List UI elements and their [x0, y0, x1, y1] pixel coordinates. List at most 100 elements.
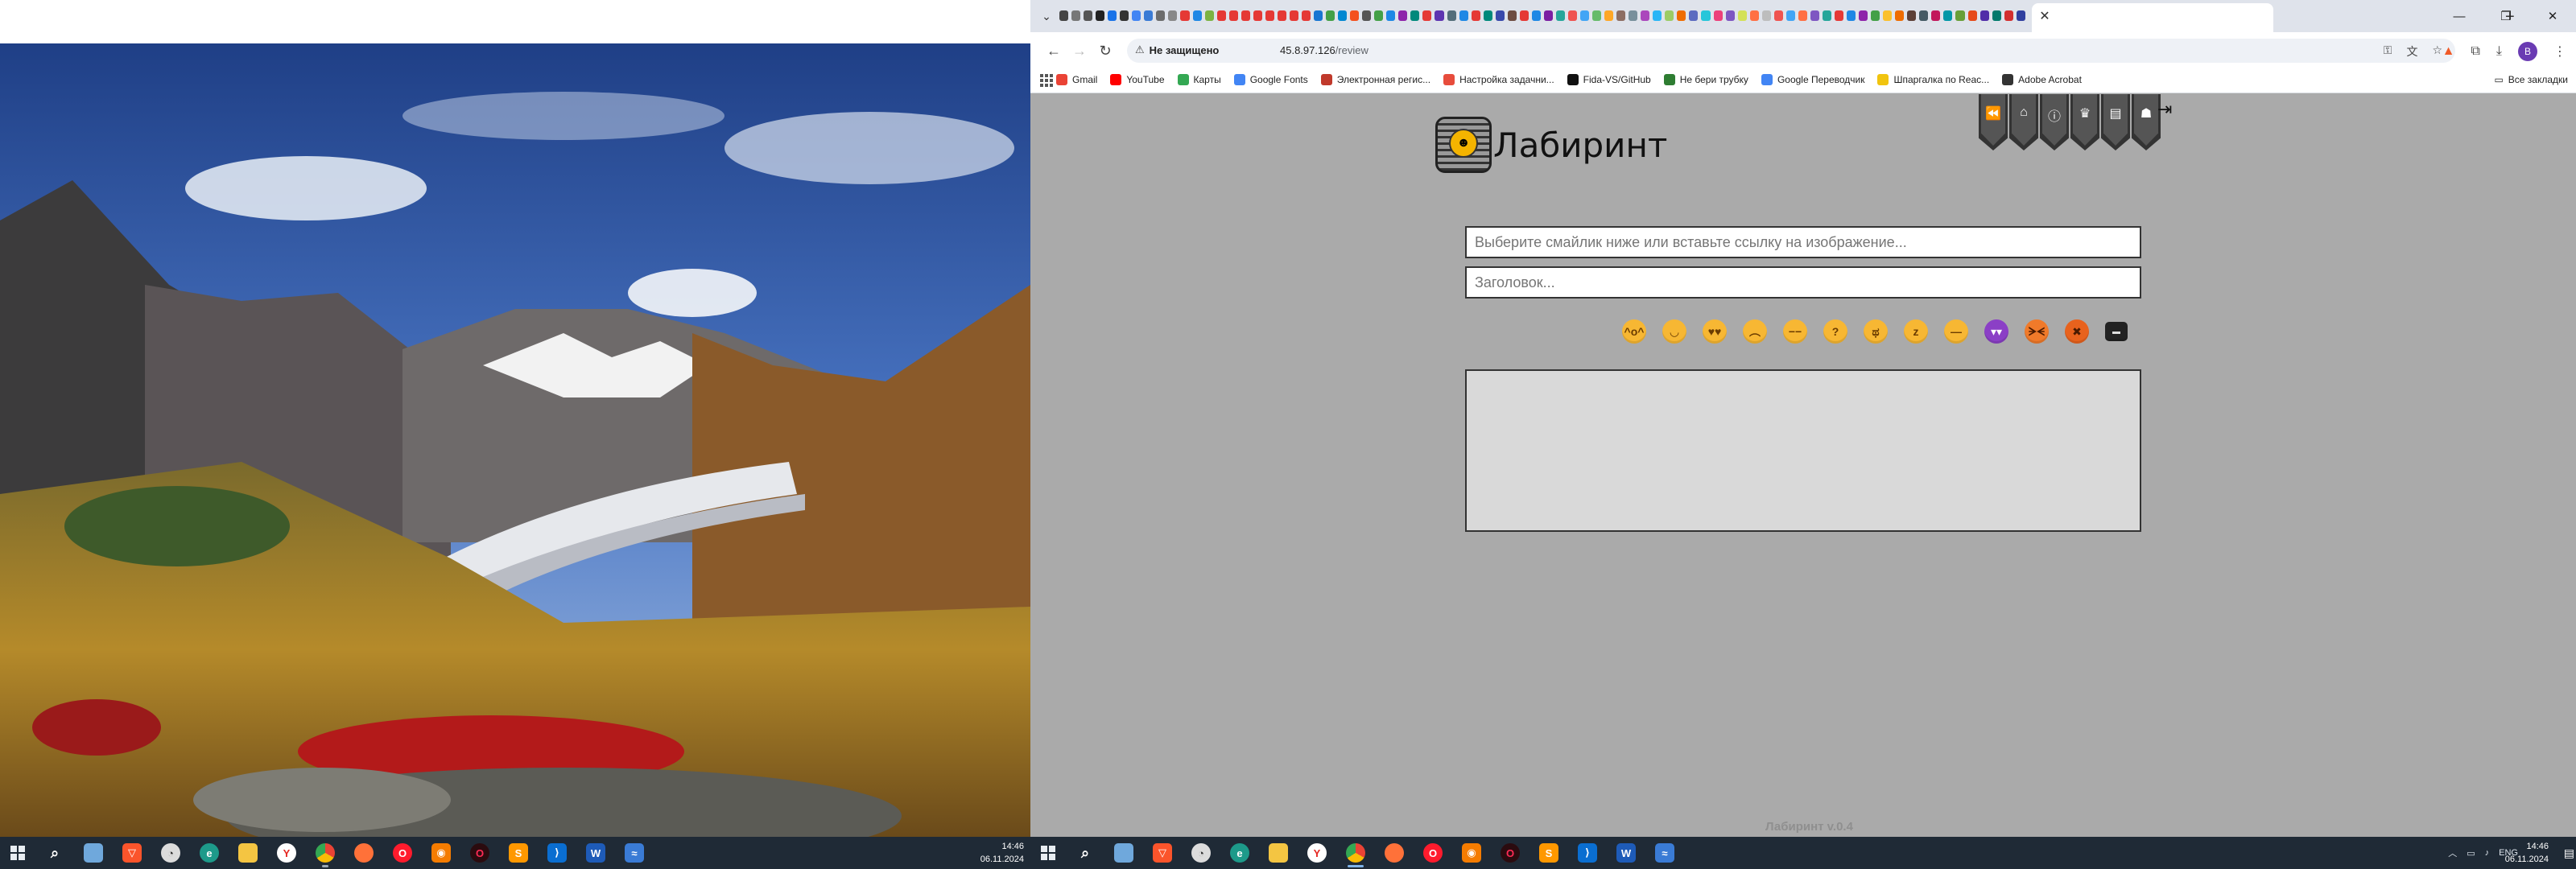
app-icon[interactable]: ◔ — [151, 837, 190, 869]
start-button[interactable] — [1030, 837, 1066, 869]
smile-emoji-icon[interactable]: ◡ — [1662, 319, 1686, 344]
pinned-tab-favicon-icon[interactable] — [1241, 10, 1250, 21]
pinned-tab-favicon-icon[interactable] — [1084, 10, 1093, 21]
pinned-tab-favicon-icon[interactable] — [1641, 10, 1650, 21]
tray-chevron-icon[interactable]: ︿ — [2448, 846, 2457, 859]
apps-grid-icon[interactable] — [1040, 74, 1053, 87]
pinned-tab-favicon-icon[interactable] — [1313, 10, 1323, 21]
pinned-tab-favicon-icon[interactable] — [1749, 10, 1759, 21]
site-logo[interactable]: ☻ Лабиринт — [1435, 117, 1667, 173]
pinned-tab-favicon-icon[interactable] — [1967, 10, 1977, 21]
sublime-icon[interactable]: S — [1530, 837, 1568, 869]
download-icon[interactable]: ⤓ — [2496, 44, 2502, 59]
chrome-icon[interactable] — [1336, 837, 1375, 869]
word-icon[interactable]: W — [576, 837, 615, 869]
bookmark-item[interactable]: Google Переводчик — [1761, 74, 1864, 85]
pinned-tab-favicon-icon[interactable] — [1447, 10, 1456, 21]
vscode-icon[interactable]: ⟩ — [538, 837, 576, 869]
app-blue-icon[interactable]: ≈ — [1645, 837, 1684, 869]
search-icon[interactable]: ⌕ — [35, 837, 74, 869]
close-window-button[interactable]: ✕ — [2529, 0, 2576, 32]
pinned-tab-favicon-icon[interactable] — [1943, 10, 1953, 21]
pinned-tab-favicon-icon[interactable] — [1847, 10, 1856, 21]
app-blue-icon[interactable]: ≈ — [615, 837, 654, 869]
pinned-tab-favicon-icon[interactable] — [1483, 10, 1492, 21]
pinned-tab-favicon-icon[interactable] — [1725, 10, 1735, 21]
app-icon[interactable]: ◔ — [1182, 837, 1220, 869]
crying-emoji-icon[interactable]: ಥ — [1864, 319, 1888, 344]
volume-icon[interactable]: ♪ — [2485, 848, 2490, 858]
bookmark-item[interactable]: Adobe Acrobat — [2002, 74, 2082, 85]
sad-emoji-icon[interactable]: ︵ — [1743, 319, 1767, 344]
pinned-tab-favicon-icon[interactable] — [1216, 10, 1226, 21]
pinned-tab-favicon-icon[interactable] — [1677, 10, 1686, 21]
pinned-tab-favicon-icon[interactable] — [1350, 10, 1360, 21]
pinned-tab-favicon-icon[interactable] — [1580, 10, 1590, 21]
security-indicator[interactable]: ⚠ Не защищено — [1135, 43, 1219, 56]
pinned-tab-favicon-icon[interactable] — [1773, 10, 1783, 21]
pinned-tab-favicon-icon[interactable] — [1883, 10, 1893, 21]
pinned-tab-favicon-icon[interactable] — [1895, 10, 1905, 21]
brave-icon[interactable]: ▽ — [113, 837, 151, 869]
pinned-tab-favicon-icon[interactable] — [1144, 10, 1154, 21]
pinned-tab-favicon-icon[interactable] — [1301, 10, 1311, 21]
bookmark-item[interactable]: Google Fonts — [1233, 74, 1308, 85]
pinned-tab-favicon-icon[interactable] — [1398, 10, 1408, 21]
unamused-emoji-icon[interactable]: −− — [1783, 319, 1807, 344]
logout-icon[interactable]: ⇥ — [2157, 99, 2172, 120]
pinned-tab-favicon-icon[interactable] — [1180, 10, 1190, 21]
angry-emoji-icon[interactable]: ᗒᗕ — [2025, 319, 2049, 344]
pinned-tab-favicon-icon[interactable] — [1798, 10, 1807, 21]
trophy-icon[interactable]: ♛ — [2070, 94, 2099, 150]
pinned-tab-favicon-icon[interactable] — [1192, 10, 1202, 21]
bookmark-item[interactable]: Настройка задачни... — [1443, 74, 1554, 85]
pinned-tab-favicon-icon[interactable] — [1665, 10, 1674, 21]
bookmark-item[interactable]: Электронная регис... — [1320, 74, 1430, 85]
reload-icon[interactable]: ↻ — [1095, 40, 1116, 61]
pinned-tab-favicon-icon[interactable] — [1422, 10, 1432, 21]
pinned-tab-favicon-icon[interactable] — [1955, 10, 1965, 21]
pinned-tab-favicon-icon[interactable] — [1761, 10, 1771, 21]
neutral-emoji-icon[interactable]: — — [1944, 319, 1968, 344]
pinned-tab-favicon-icon[interactable] — [1822, 10, 1831, 21]
forward-icon[interactable]: → — [1069, 40, 1090, 61]
bookmark-item[interactable]: Gmail — [1056, 74, 1097, 85]
bookmark-item[interactable]: Fida-VS/GitHub — [1567, 74, 1651, 85]
pinned-tab-favicon-icon[interactable] — [1689, 10, 1699, 21]
pinned-tab-favicon-icon[interactable] — [1059, 10, 1069, 21]
pinned-tab-favicon-icon[interactable] — [1555, 10, 1565, 21]
pinned-tab-favicon-icon[interactable] — [1737, 10, 1747, 21]
pinned-tab-favicon-icon[interactable] — [1156, 10, 1166, 21]
title-input[interactable] — [1465, 266, 2141, 299]
pinned-tab-favicon-icon[interactable] — [1168, 10, 1178, 21]
bookmark-item[interactable]: YouTube — [1110, 74, 1165, 85]
pinned-tab-favicon-icon[interactable] — [1435, 10, 1444, 21]
pinned-tab-favicon-icon[interactable] — [1871, 10, 1880, 21]
pinned-tab-favicon-icon[interactable] — [1979, 10, 1989, 21]
firefox-icon[interactable] — [1375, 837, 1414, 869]
file-explorer-icon[interactable] — [1259, 837, 1298, 869]
pinned-tab-favicon-icon[interactable] — [1386, 10, 1396, 21]
pinned-tab-favicon-icon[interactable] — [1277, 10, 1286, 21]
restore-button[interactable]: ❐ — [2483, 0, 2529, 32]
pinned-tab-favicon-icon[interactable] — [1519, 10, 1529, 21]
pinned-tab-favicon-icon[interactable] — [2004, 10, 2013, 21]
thinking-emoji-icon[interactable]: ? — [1823, 319, 1847, 344]
pinned-tab-favicon-icon[interactable] — [2016, 10, 2025, 21]
url-text[interactable]: 45.8.97.126/review — [1280, 44, 1368, 56]
opera-icon[interactable]: O — [383, 837, 422, 869]
party-emoji-icon[interactable]: ^o^ — [1622, 319, 1646, 344]
extension-flame-icon[interactable]: ▲ — [2442, 44, 2455, 59]
pinned-tab-favicon-icon[interactable] — [1507, 10, 1517, 21]
pinned-tab-favicon-icon[interactable] — [1265, 10, 1274, 21]
bookmark-star-icon[interactable]: ☆ — [2432, 43, 2442, 60]
clock-right[interactable]: 14:46 06.11.2024 — [2505, 840, 2549, 866]
all-bookmarks[interactable]: ▭ Все закладки — [2494, 74, 2568, 85]
pinned-tab-favicon-icon[interactable] — [1253, 10, 1262, 21]
pinned-tab-favicon-icon[interactable] — [1410, 10, 1420, 21]
pinned-tab-favicon-icon[interactable] — [1495, 10, 1505, 21]
password-key-icon[interactable]: ⚿ — [2384, 43, 2392, 60]
close-tab-icon[interactable]: ✕ — [2037, 8, 2053, 24]
pinned-tab-favicon-icon[interactable] — [1120, 10, 1129, 21]
profile-avatar[interactable]: B — [2518, 42, 2537, 61]
